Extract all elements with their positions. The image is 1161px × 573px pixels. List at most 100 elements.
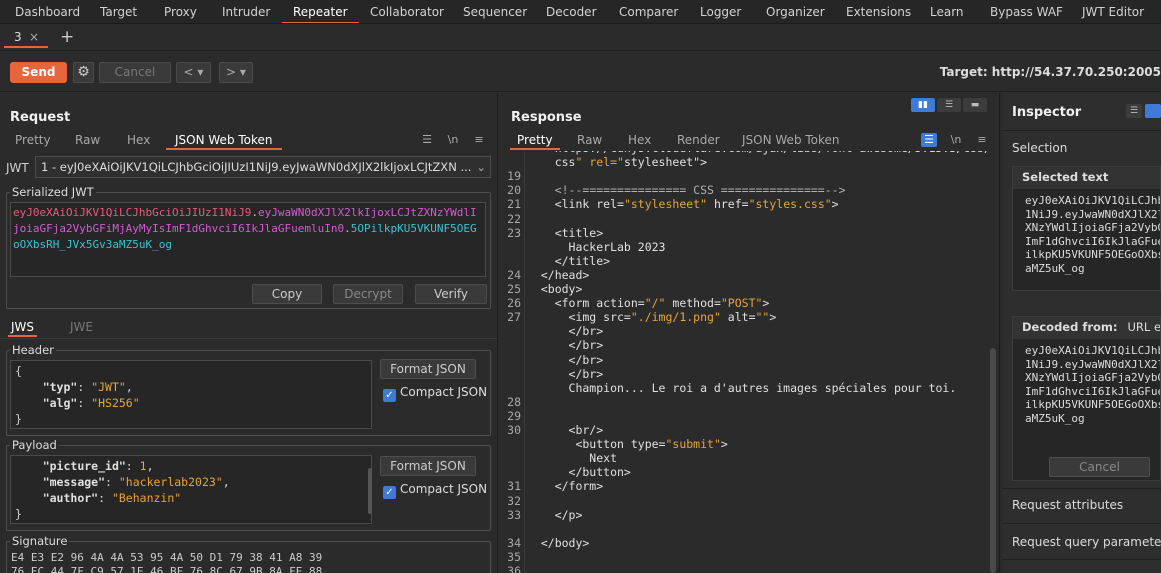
compact-json-label: Compact JSON	[400, 482, 488, 496]
cancel-button[interactable]: Cancel	[99, 62, 171, 83]
nav-sequencer[interactable]: Sequencer	[463, 0, 527, 23]
send-button[interactable]: Send	[10, 62, 67, 83]
json-value: 1	[139, 459, 147, 473]
selected-text-box: Selected text eyJ0eXAiOiJKV1QiLCJhbGciOi…	[1012, 166, 1161, 291]
line-number: 28	[507, 394, 521, 409]
add-tab-icon[interactable]: +	[60, 27, 74, 47]
jwt-select[interactable]: 1 - eyJ0eXAiOiJKV1QiLCJhbGciOiJIUzI1NiJ9…	[35, 156, 491, 178]
payload-scrollbar[interactable]	[368, 468, 372, 514]
line-number: 36	[507, 564, 521, 573]
nav-comparer[interactable]: Comparer	[619, 0, 678, 23]
inspector-pane: Inspector ☰ Selection Selected text eyJ0…	[1002, 93, 1161, 573]
json-key: "typ"	[42, 380, 78, 394]
line-number: 22	[507, 211, 521, 226]
tab-hex[interactable]: Hex	[628, 132, 651, 150]
tab-hex[interactable]: Hex	[127, 132, 150, 150]
nav-logger[interactable]: Logger	[700, 0, 741, 23]
inspector-layout-icon[interactable]: ☰	[1126, 104, 1142, 118]
header-json-editor[interactable]: { "typ": "JWT", "alg": "HS256"}	[10, 360, 372, 429]
text-line: eyJ0eXAiOiJKV1QiLCJhbGciOiJIUzI	[1025, 344, 1160, 357]
response-scrollbar[interactable]	[990, 348, 996, 573]
repeater-tab-3[interactable]: 3 ×	[4, 28, 48, 48]
serialized-jwt-text[interactable]: eyJ0eXAiOiJKV1QiLCJhbGciOiJIUzI1NiJ9.eyJ…	[10, 202, 486, 277]
decrypt-button[interactable]: Decrypt	[333, 284, 403, 304]
inspector-layout-active-icon[interactable]	[1145, 104, 1161, 118]
divider	[1002, 488, 1161, 489]
line-number: 34	[507, 535, 521, 550]
nav-bypass-waf[interactable]: Bypass WAF	[990, 0, 1063, 23]
cancel-button[interactable]: Cancel	[1049, 457, 1150, 477]
nav-organizer[interactable]: Organizer	[766, 0, 825, 23]
tab-json-web-token[interactable]: JSON Web Token	[166, 132, 282, 150]
tab-raw[interactable]: Raw	[577, 132, 602, 150]
tab-pretty[interactable]: Pretty	[15, 132, 51, 150]
format-json-button[interactable]: Format JSON	[380, 456, 476, 476]
nav-learn[interactable]: Learn	[930, 0, 964, 23]
decoded-from-box: Decoded from: URL encoding eyJ0eXAiOiJKV1…	[1012, 316, 1161, 481]
decoded-value[interactable]: eyJ0eXAiOiJKV1QiLCJhbGciOiJIUzI1NiJ9.eyJ…	[1013, 339, 1160, 430]
json-separator: ,	[146, 459, 154, 473]
text-line: ImF1dGhvciI6IkJlaGFuemluIn0.5OP	[1025, 384, 1160, 398]
tab-jwe[interactable]: JWE	[70, 319, 93, 337]
header-legend: Header	[10, 343, 56, 357]
tab-json-web-token[interactable]: JSON Web Token	[742, 132, 840, 150]
nav-intruder[interactable]: Intruder	[222, 0, 270, 23]
payload-json-editor[interactable]: "picture_id": 1, "message": "hackerlab20…	[10, 455, 372, 524]
line-number: 19	[507, 169, 521, 184]
selected-text-value[interactable]: eyJ0eXAiOiJKV1QiLCJhbGciOiJIUzI1NiJ9.eyJ…	[1013, 189, 1160, 280]
tab-pretty[interactable]: Pretty	[510, 132, 560, 150]
nav-repeater[interactable]: Repeater	[282, 0, 359, 23]
newline-icon[interactable]: \n	[948, 133, 964, 147]
compact-json-checkbox[interactable]: ✓ Compact JSON	[383, 385, 487, 402]
target-label[interactable]: Target: http://54.37.70.250:2005	[940, 65, 1161, 79]
single-layout-icon[interactable]: ▬	[963, 98, 987, 112]
menu-icon[interactable]: ≡	[974, 133, 990, 147]
side-by-side-layout-icon[interactable]: ▮▮	[911, 98, 935, 112]
close-icon[interactable]: ×	[29, 28, 39, 46]
serialized-jwt-legend: Serialized JWT	[10, 185, 96, 199]
signature-hex[interactable]: E4 E3 E2 96 4A 4A 53 95 4A 50 D1 79 38 4…	[11, 551, 489, 573]
tab-jws[interactable]: JWS	[8, 319, 38, 337]
header-group: Header { "typ": "JWT", "alg": "HS256"} F…	[6, 343, 491, 436]
nav-decoder[interactable]: Decoder	[546, 0, 597, 23]
repeater-tab-bar: 3 × +	[0, 25, 1161, 51]
newline-icon[interactable]: \n	[445, 133, 461, 147]
request-attributes-section[interactable]: Request attributes	[1012, 498, 1123, 512]
tab-render[interactable]: Render	[677, 132, 720, 150]
payload-legend: Payload	[10, 438, 59, 452]
format-json-button[interactable]: Format JSON	[380, 359, 476, 379]
response-title: Response	[511, 110, 582, 125]
nav-jwt-editor[interactable]: JWT Editor	[1082, 0, 1144, 23]
compact-json-checkbox[interactable]: ✓ Compact JSON	[383, 482, 487, 499]
json-separator: ,	[125, 380, 133, 394]
stacked-layout-icon[interactable]: ☰	[937, 98, 961, 112]
wrap-icon[interactable]: ☰	[419, 133, 435, 147]
chevron-down-icon: ⌄	[476, 160, 486, 174]
selection-label[interactable]: Selection	[1012, 141, 1067, 155]
json-key: "picture_id"	[42, 459, 126, 473]
nav-proxy[interactable]: Proxy	[164, 0, 197, 23]
request-query-parameters-section[interactable]: Request query parameters	[1012, 535, 1161, 549]
code-line: css" rel="stylesheet">	[527, 155, 708, 170]
copy-button[interactable]: Copy	[252, 284, 322, 304]
tab-raw[interactable]: Raw	[75, 132, 100, 150]
nav-dashboard[interactable]: Dashboard	[15, 0, 80, 23]
verify-button[interactable]: Verify	[415, 284, 487, 304]
gear-icon[interactable]: ⚙	[73, 62, 94, 83]
menu-icon[interactable]: ≡	[471, 133, 487, 147]
forward-button[interactable]: > ▾	[219, 62, 253, 83]
response-pane: ▮▮ ☰ ▬ Response Pretty Raw Hex Render JSON Web…	[501, 93, 1000, 573]
response-code-editor[interactable]: https://cdnjs.cloudflare.com/ajax/libs/f…	[501, 151, 991, 573]
code-line: Champion... Le roi a d'autres images spé…	[527, 380, 957, 395]
nav-collaborator[interactable]: Collaborator	[370, 0, 444, 23]
back-button[interactable]: < ▾	[176, 62, 211, 83]
decoding-type[interactable]: URL encoding	[1128, 320, 1161, 334]
nav-target[interactable]: Target	[100, 0, 137, 23]
nav-extensions[interactable]: Extensions	[846, 0, 911, 23]
divider	[1002, 130, 1161, 131]
wrap-icon[interactable]: ☰	[921, 133, 937, 147]
json-value: "Behanzin"	[111, 491, 182, 505]
text-line: aMZ5uK_og	[1025, 261, 1085, 275]
payload-line: }	[15, 506, 367, 522]
line-number: 29	[507, 408, 521, 423]
